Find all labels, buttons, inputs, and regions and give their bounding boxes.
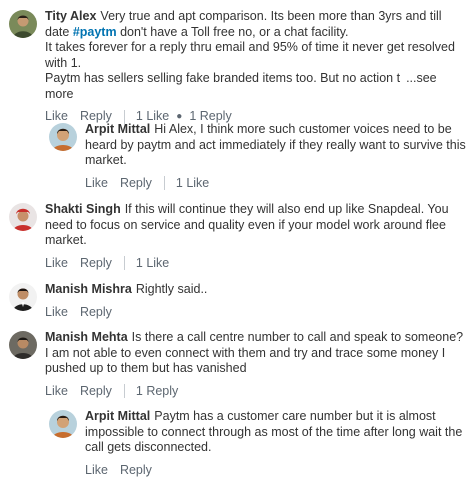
like-button[interactable]: Like (45, 305, 68, 320)
profile-photo-icon (49, 123, 77, 151)
comment-body: Arpit Mittal Hi Alex, I think more such c… (85, 122, 469, 191)
avatar[interactable] (49, 410, 77, 438)
comment-shakti-singh: Shakti Singh If this will continue they w… (9, 202, 467, 271)
comment-text-line: Paytm has sellers selling fake branded i… (45, 71, 401, 85)
comment-manish-mehta: Manish Mehta Is there a call centre numbe… (9, 330, 467, 399)
avatar[interactable] (49, 123, 77, 151)
comment-text: Manish Mishra Rightly said.. (45, 282, 465, 298)
replies-count[interactable]: 1 Reply (136, 384, 178, 399)
avatar[interactable] (9, 10, 37, 38)
reply-arpit-mittal: Arpit Mittal Hi Alex, I think more such c… (49, 122, 469, 191)
comment-body: Tity Alex Very true and apt comparison. I… (45, 9, 465, 124)
comment-text: Shakti Singh If this will continue they w… (45, 202, 465, 249)
reply-arpit-mittal-2: Arpit Mittal Paytm has a customer care nu… (49, 409, 469, 478)
comment-text: Arpit Mittal Paytm has a customer care nu… (85, 409, 469, 456)
author-name[interactable]: Shakti Singh (45, 202, 121, 216)
author-name[interactable]: Manish Mishra (45, 282, 132, 296)
comment-text: Tity Alex Very true and apt comparison. I… (45, 9, 465, 102)
profile-photo-icon (49, 410, 77, 438)
comment-body: Arpit Mittal Paytm has a customer care nu… (85, 409, 469, 478)
author-name[interactable]: Manish Mehta (45, 330, 128, 344)
like-button[interactable]: Like (85, 176, 108, 191)
comment-actions: Like Reply 1 Reply (45, 384, 465, 399)
comment-text-line: It takes forever for a reply thru email … (45, 40, 455, 70)
profile-photo-icon (9, 331, 37, 359)
reply-button[interactable]: Reply (80, 256, 112, 271)
reply-button[interactable]: Reply (80, 305, 112, 320)
comment-tity-alex: Tity Alex Very true and apt comparison. I… (9, 9, 467, 124)
comment-actions: Like Reply 1 Like (85, 176, 469, 191)
comment-actions: Like Reply (45, 305, 465, 320)
like-button[interactable]: Like (45, 256, 68, 271)
comment-body: Shakti Singh If this will continue they w… (45, 202, 465, 271)
avatar[interactable] (9, 283, 37, 311)
likes-count[interactable]: 1 Like (176, 176, 209, 191)
comment-actions: Like Reply 1 Like (45, 256, 465, 271)
comment-text: Manish Mehta Is there a call centre numbe… (45, 330, 465, 377)
likes-count[interactable]: 1 Like (136, 256, 169, 271)
divider (123, 384, 125, 398)
comment-body: Manish Mishra Rightly said.. Like Reply (45, 282, 465, 320)
comment-text-part: don't have a Toll free no, or a chat fac… (116, 24, 349, 39)
like-button[interactable]: Like (45, 384, 68, 399)
profile-photo-icon (9, 10, 37, 38)
author-name[interactable]: Arpit Mittal (85, 122, 150, 136)
profile-photo-icon (9, 203, 37, 231)
comment-manish-mishra: Manish Mishra Rightly said.. Like Reply (9, 282, 467, 320)
author-name[interactable]: Tity Alex (45, 9, 96, 23)
avatar[interactable] (9, 203, 37, 231)
author-name[interactable]: Arpit Mittal (85, 409, 150, 423)
reply-button[interactable]: Reply (120, 176, 152, 191)
comment-actions: Like Reply (85, 463, 469, 478)
profile-photo-icon (9, 283, 37, 311)
comment-body: Manish Mehta Is there a call centre numbe… (45, 330, 465, 399)
divider (163, 176, 165, 190)
comment-text-part: Rightly said.. (135, 282, 208, 296)
like-button[interactable]: Like (85, 463, 108, 478)
comment-text: Arpit Mittal Hi Alex, I think more such c… (85, 122, 469, 169)
reply-button[interactable]: Reply (80, 384, 112, 399)
avatar[interactable] (9, 331, 37, 359)
divider (123, 256, 125, 270)
hashtag-link[interactable]: #paytm (73, 25, 117, 39)
reply-button[interactable]: Reply (120, 463, 152, 478)
